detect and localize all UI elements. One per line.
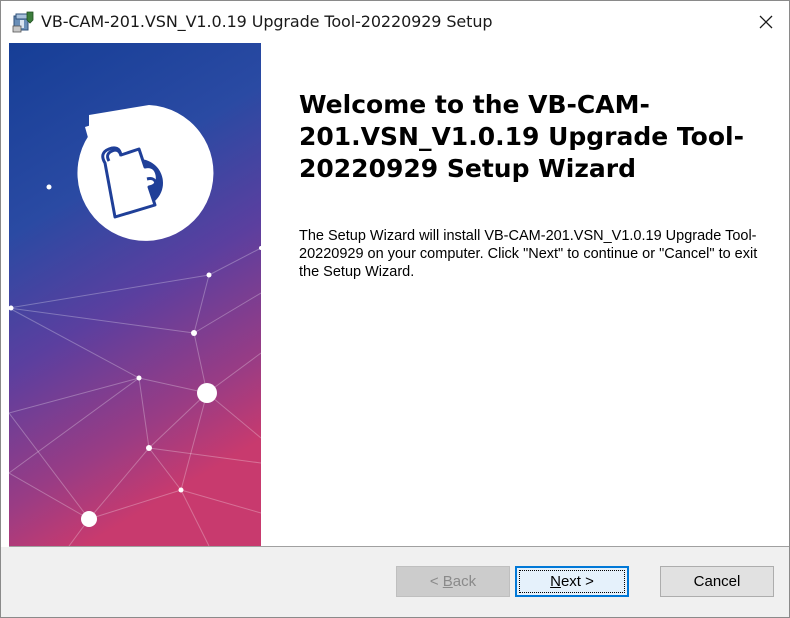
back-button-rest: ack [452, 573, 477, 590]
setup-wizard-window: VB-CAM-201.VSN_V1.0.19 Upgrade Tool-2022… [0, 0, 790, 618]
close-icon [758, 14, 774, 30]
welcome-heading: Welcome to the VB-CAM-201.VSN_V1.0.19 Up… [299, 90, 744, 183]
title-bar[interactable]: VB-CAM-201.VSN_V1.0.19 Upgrade Tool-2022… [1, 1, 789, 43]
close-button[interactable] [743, 1, 789, 43]
back-button-prefix: < [429, 573, 443, 590]
welcome-panel: Welcome to the VB-CAM-201.VSN_V1.0.19 Up… [261, 43, 789, 546]
cancel-button[interactable]: Cancel [660, 566, 774, 597]
next-button[interactable]: Next > [515, 566, 629, 597]
back-button[interactable]: < Back [396, 566, 510, 597]
welcome-description: The Setup Wizard will install VB-CAM-201… [299, 228, 758, 280]
cancel-button-label: Cancel [693, 573, 741, 590]
puzzle-piece-icon [77, 105, 214, 241]
back-button-accel: B [442, 573, 453, 590]
window-title: VB-CAM-201.VSN_V1.0.19 Upgrade Tool-2022… [41, 12, 493, 31]
installer-box-icon [11, 10, 35, 34]
wizard-banner-image [9, 43, 261, 546]
focus-rectangle [519, 570, 625, 593]
button-bar: < Back Next > Cancel [1, 547, 789, 617]
